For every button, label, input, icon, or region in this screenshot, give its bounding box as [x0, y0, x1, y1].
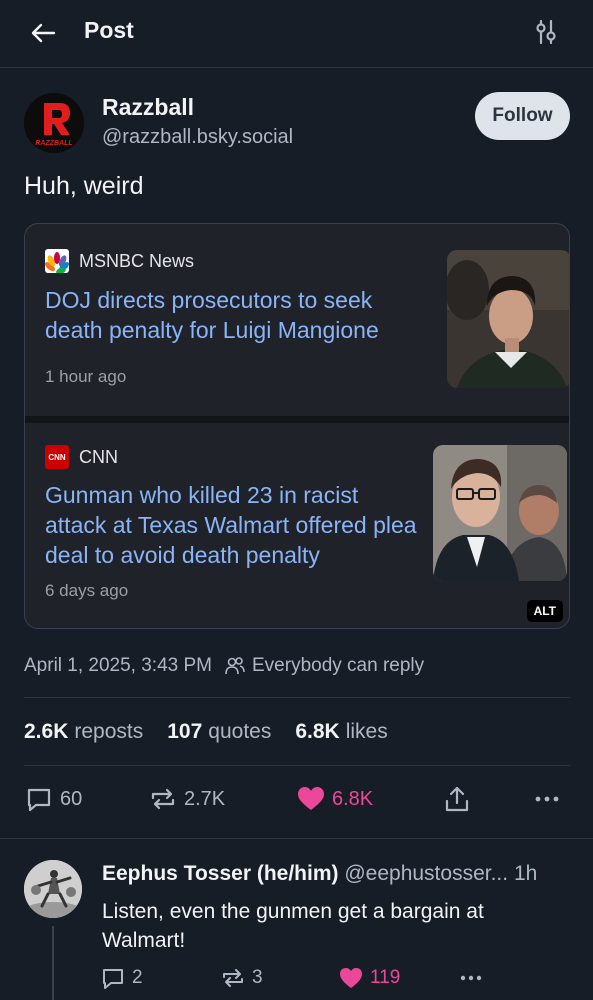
news-time: 1 hour ago [45, 367, 127, 386]
reply-more-button[interactable] [458, 965, 490, 991]
reply-reply-button[interactable]: 2 [100, 965, 143, 991]
cnn-logo-text: CNN [48, 453, 66, 462]
reply-text: Listen, even the gunmen get a bargain at… [102, 900, 484, 952]
news-source: MSNBC News [45, 249, 194, 273]
action-bar: 60 2.7K 6.8K [24, 784, 570, 818]
sliders-icon[interactable] [532, 18, 560, 46]
like-button[interactable]: 6.8K [296, 784, 373, 814]
more-dots-icon [535, 796, 559, 802]
reposts-stat[interactable]: 2.6K reposts [24, 720, 143, 744]
alt-text-badge[interactable]: ALT [526, 600, 563, 622]
news-headline[interactable]: Gunman who killed 23 in racist attack at… [45, 480, 425, 570]
like-count: 6.8K [332, 787, 374, 810]
news-item[interactable]: CNN CNN Gunman who killed 23 in racist a… [25, 423, 569, 628]
follow-button[interactable]: Follow [475, 92, 570, 140]
share-icon [445, 786, 469, 812]
news-thumbnail [433, 445, 567, 581]
page-title: Post [84, 17, 134, 43]
reply-repost-count: 3 [252, 967, 263, 988]
post-text: Huh, weird [24, 172, 144, 200]
reply-author-handle[interactable]: @eephustosser... [344, 862, 508, 885]
post-meta: April 1, 2025, 3:43 PM Everybody can rep… [24, 655, 424, 677]
cnn-logo-icon: CNN [45, 445, 69, 469]
reply-like-button[interactable]: 119 [338, 965, 400, 991]
news-headline[interactable]: DOJ directs prosecutors to seek death pe… [45, 285, 435, 345]
reply-count: 60 [60, 787, 83, 810]
repost-count: 2.7K [184, 787, 226, 810]
repost-icon [151, 788, 175, 810]
heart-filled-icon [298, 787, 324, 810]
news-source-name: MSNBC News [79, 250, 195, 271]
likes-stat[interactable]: 6.8K likes [295, 720, 387, 744]
reply-header: Eephus Tosser (he/him) @eephustosser... … [102, 862, 572, 886]
post-timestamp: April 1, 2025, 3:43 PM [24, 655, 212, 676]
reply-setting[interactable]: Everybody can reply [252, 655, 424, 677]
reply-button[interactable]: 60 [24, 784, 82, 814]
svg-text:RAZZBALL: RAZZBALL [35, 140, 72, 147]
section-divider [0, 838, 593, 839]
comment-icon [27, 788, 51, 812]
arrow-left-icon[interactable] [28, 18, 58, 48]
thread-line [52, 926, 54, 1000]
repost-button[interactable]: 2.7K [148, 784, 225, 814]
repost-icon [223, 969, 243, 987]
quotes-stat[interactable]: 107 quotes [167, 720, 271, 744]
heart-filled-icon [340, 968, 362, 988]
more-options-button[interactable] [532, 784, 568, 814]
comment-icon [103, 969, 123, 989]
share-button[interactable] [442, 784, 478, 814]
news-time: 6 days ago [45, 581, 129, 600]
top-bar: Post [0, 0, 593, 68]
more-dots-icon [460, 975, 482, 981]
reply-author-name[interactable]: Eephus Tosser (he/him) [102, 862, 339, 885]
reply-time: 1h [513, 862, 538, 885]
news-item[interactable]: MSNBC News DOJ directs prosecutors to se… [25, 224, 569, 416]
engagement-stats: 2.6K reposts 107 quotes 6.8K likes [24, 720, 412, 744]
reply-reply-count: 2 [132, 967, 143, 988]
reply-author-avatar[interactable] [24, 860, 82, 918]
news-thumbnail [447, 250, 569, 388]
msnbc-peacock-icon [45, 249, 69, 273]
divider [24, 697, 570, 698]
reply-like-count: 119 [370, 967, 401, 988]
news-source: CNN CNN [45, 445, 118, 469]
author-avatar[interactable]: RAZZBALL [24, 93, 84, 153]
people-icon [225, 657, 245, 675]
reply-repost-button[interactable]: 3 [220, 965, 263, 991]
author-name[interactable]: Razzball [102, 94, 194, 121]
divider [24, 765, 570, 766]
news-embed-card[interactable]: MSNBC News DOJ directs prosecutors to se… [24, 223, 570, 629]
news-divider [25, 416, 569, 423]
news-source-name: CNN [79, 446, 118, 467]
author-handle[interactable]: @razzball.bsky.social [102, 126, 293, 149]
